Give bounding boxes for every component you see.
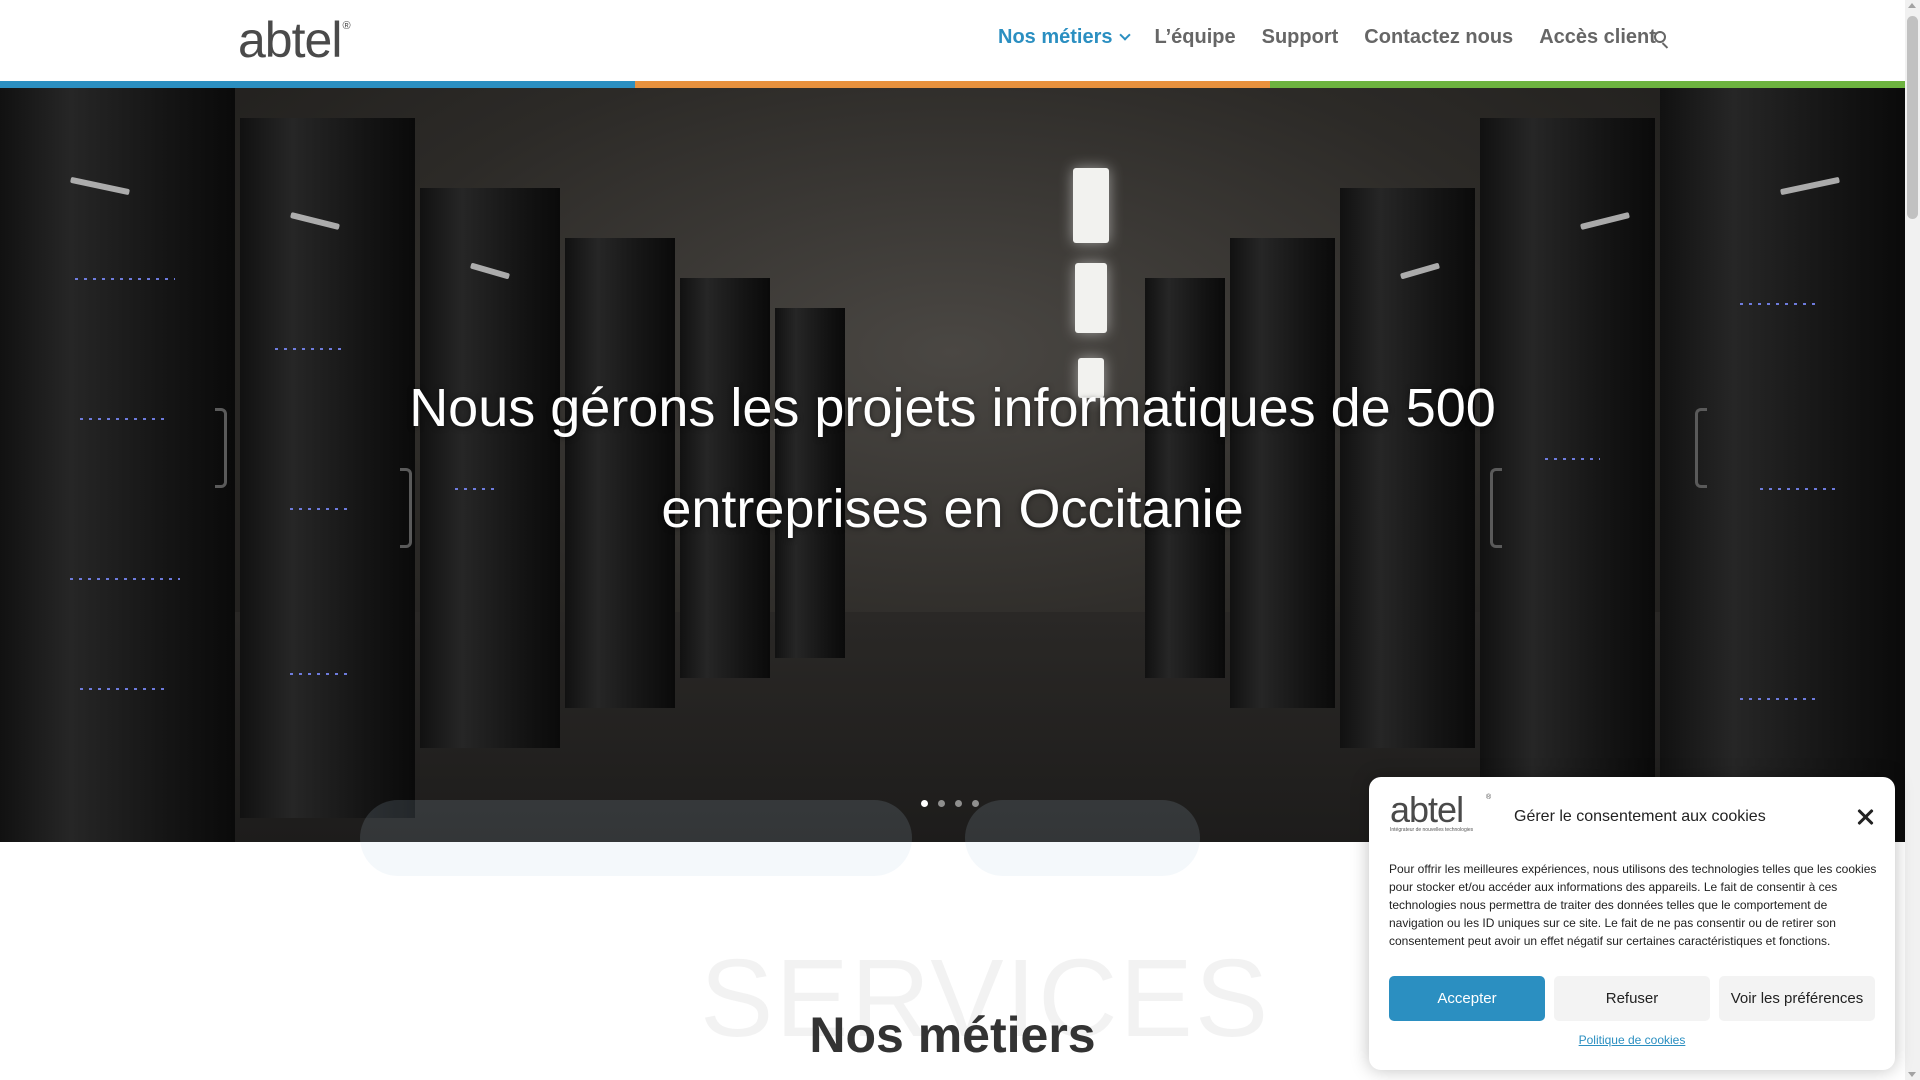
scroll-down-arrow-icon[interactable] <box>1908 1072 1916 1077</box>
cookie-policy-link[interactable]: Politique de cookies <box>1369 1033 1895 1047</box>
faded-button <box>965 800 1200 876</box>
site-header: abtel ® Nos métiers L’équipe Support Con… <box>0 0 1905 81</box>
scroll-thumb[interactable] <box>1907 16 1918 219</box>
page: abtel ® Nos métiers L’équipe Support Con… <box>0 0 1920 1080</box>
search-icon[interactable] <box>1654 31 1670 49</box>
nav-item-acces-client[interactable]: Accès client <box>1539 26 1656 49</box>
stripe-blue <box>0 81 635 88</box>
cookie-logo-subtitle: Intégrateur de nouvelles technologies <box>1390 827 1474 833</box>
server-rack <box>0 88 235 842</box>
nav-item-label: Support <box>1261 26 1339 48</box>
cookie-dialog-body: Pour offrir les meilleures expériences, … <box>1389 862 1877 948</box>
stripe-orange <box>635 81 1270 88</box>
logo-text: abtel <box>238 12 342 68</box>
scroll-up-arrow-icon[interactable] <box>1908 3 1916 8</box>
faded-button <box>360 800 912 876</box>
nav-item-label: L’équipe <box>1154 26 1236 48</box>
nav-item-equipe[interactable]: L’équipe <box>1155 26 1236 49</box>
hero-title-line2: entreprises en Occitanie <box>661 479 1244 539</box>
nav-item-label: Contactez nous <box>1364 26 1514 48</box>
ceiling-light <box>1075 263 1107 333</box>
cookie-logo: abtel ® Intégrateur de nouvelles technol… <box>1390 789 1492 834</box>
nav-item-label: Accès client <box>1539 26 1656 48</box>
refuse-button[interactable]: Refuser <box>1554 976 1710 1021</box>
close-icon[interactable] <box>1857 809 1873 825</box>
nav-item-nos-metiers[interactable]: Nos métiers <box>998 26 1131 49</box>
stripe-green <box>1270 81 1905 88</box>
color-stripe <box>0 81 1905 88</box>
hero-title: Nous gérons les projets informatiques de… <box>380 358 1525 560</box>
cookie-dialog-title: Gérer le consentement aux cookies <box>1514 808 1766 825</box>
logo-registered-mark: ® <box>342 20 351 32</box>
cookie-logo-text: abtel <box>1390 789 1464 830</box>
hero-title-line1: Nous gérons les projets informatiques de… <box>409 378 1496 438</box>
nav-item-support[interactable]: Support <box>1262 26 1339 49</box>
hero-slider: Nous gérons les projets informatiques de… <box>0 88 1905 842</box>
accept-button[interactable]: Accepter <box>1389 976 1545 1021</box>
ceiling-light <box>1073 168 1109 243</box>
cookie-logo-registered-mark: ® <box>1486 794 1492 801</box>
view-preferences-button[interactable]: Voir les préférences <box>1719 976 1875 1021</box>
cookie-consent-dialog: abtel ® Intégrateur de nouvelles technol… <box>1369 777 1895 1070</box>
nav-item-label: Nos métiers <box>998 26 1113 48</box>
scrollbar[interactable] <box>1905 0 1920 1080</box>
main-nav: Nos métiers L’équipe Support Contactez n… <box>998 26 1682 49</box>
site-logo[interactable]: abtel ® <box>238 12 351 68</box>
chevron-down-icon <box>1118 29 1131 41</box>
nav-item-contact[interactable]: Contactez nous <box>1364 26 1513 49</box>
